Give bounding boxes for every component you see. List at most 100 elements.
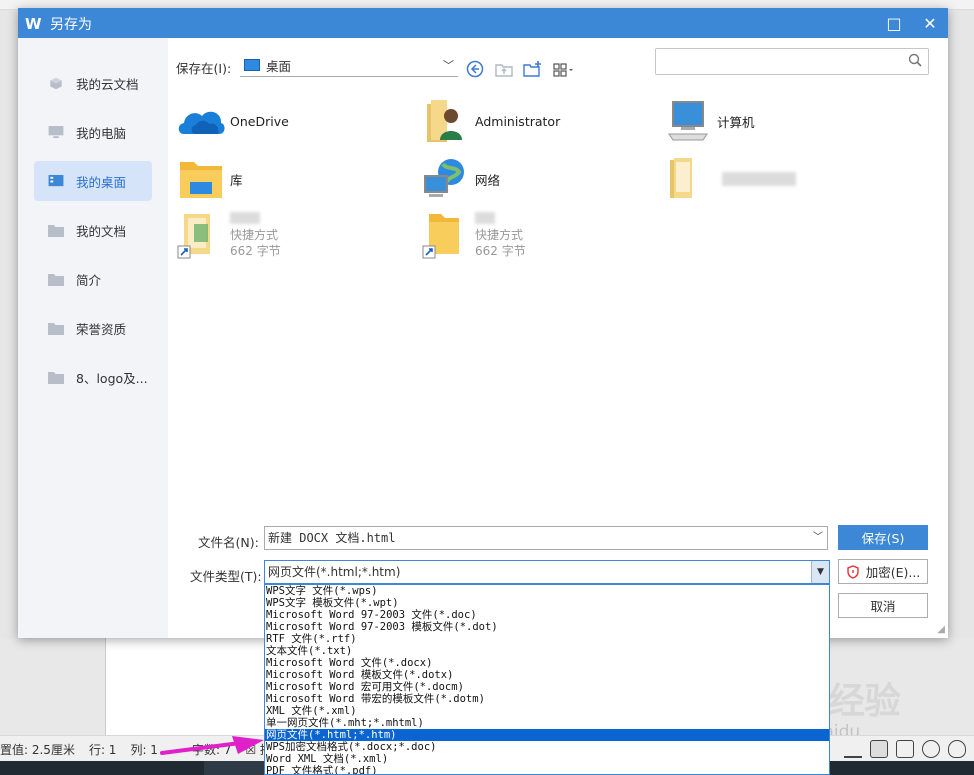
folder-icon	[48, 371, 64, 384]
file-item-shortcut-1[interactable]: 快捷方式 662 字节	[176, 210, 281, 260]
dialog-titlebar[interactable]: W 另存为 □ ✕	[18, 8, 948, 38]
eye-icon[interactable]	[948, 740, 966, 758]
dialog-title: 另存为	[50, 17, 92, 33]
annotation-arrow-icon	[160, 736, 264, 755]
filename-label: 文件名(N):	[198, 535, 259, 550]
sidebar-item-cloud-docs[interactable]: 我的云文档	[34, 63, 152, 103]
status-setting[interactable]: 置值: 2.5厘米	[0, 741, 75, 758]
file-item-administrator[interactable]: Administrator	[421, 98, 560, 144]
search-icon	[908, 53, 922, 67]
sidebar-item-honors[interactable]: 荣誉资质	[34, 308, 152, 348]
blurred-name	[722, 172, 796, 186]
filetype-option[interactable]: 文本文件(*.txt)	[265, 645, 829, 657]
chevron-down-icon[interactable]: ﹀	[813, 527, 823, 549]
file-item-onedrive[interactable]: OneDrive	[176, 98, 289, 144]
filetype-option[interactable]: Microsoft Word 模板文件(*.dotx)	[265, 669, 829, 681]
filetype-option[interactable]: WPS加密文档格式(*.docx;*.doc)	[265, 741, 829, 753]
filetype-option[interactable]: Word XML 文档(*.xml)	[265, 753, 829, 765]
file-details: 快捷方式 662 字节	[230, 211, 281, 259]
back-arrow-icon	[466, 60, 484, 78]
network-icon	[424, 159, 464, 197]
sidebar-item-my-desktop[interactable]: 我的桌面	[34, 161, 152, 201]
folder-icon	[48, 224, 64, 237]
sidebar-item-logo-folder[interactable]: 8、logo及...	[34, 357, 152, 397]
onedrive-cloud-icon	[178, 111, 225, 134]
file-list: OneDrive Administrator 计算机 库 网络 快捷方式 662…	[168, 88, 948, 508]
file-name: Administrator	[475, 113, 561, 129]
sidebar-item-my-computer[interactable]: 我的电脑	[34, 112, 152, 152]
save-button[interactable]: 保存(S)	[838, 525, 928, 550]
file-item-library[interactable]: 库	[176, 156, 243, 202]
up-folder-button[interactable]	[495, 60, 513, 82]
status-row[interactable]: 行: 1	[89, 741, 117, 758]
filetype-option[interactable]: WPS文字 文件(*.wps)	[265, 585, 829, 597]
file-name: 计算机	[717, 114, 755, 130]
chevron-down-icon: ﹀	[443, 59, 454, 72]
filetype-option[interactable]: 单一网页文件(*.mht;*.mhtml)	[265, 717, 829, 729]
filetype-option-selected[interactable]: 网页文件(*.html;*.htm)	[265, 729, 829, 741]
location-label: 保存在(I):	[176, 61, 232, 76]
library-folder-icon	[180, 162, 222, 198]
filetype-option[interactable]: Microsoft Word 97-2003 文件(*.doc)	[265, 609, 829, 621]
sidebar-item-intro[interactable]: 简介	[34, 259, 152, 299]
cube-icon	[50, 77, 62, 89]
file-item-network[interactable]: 网络	[421, 156, 500, 202]
file-name: 网络	[475, 172, 501, 188]
file-type: 快捷方式	[230, 227, 279, 242]
page-view-icon[interactable]	[870, 740, 888, 758]
desktop-icon	[48, 174, 64, 186]
monitor-icon	[48, 125, 64, 138]
user-folder-icon	[427, 100, 462, 142]
filetype-options-list: WPS文字 文件(*.wps) WPS文字 模板文件(*.wpt) Micros…	[264, 584, 830, 775]
encrypt-button[interactable]: 加密(E)...	[838, 559, 928, 584]
background-canvas	[0, 638, 105, 735]
blurred-name	[230, 211, 260, 224]
filetype-option[interactable]: Microsoft Word 文件(*.docx)	[265, 657, 829, 669]
filetype-option[interactable]: Microsoft Word 带宏的模板文件(*.dotm)	[265, 693, 829, 705]
web-view-icon[interactable]	[922, 740, 940, 758]
file-size: 662 字节	[230, 243, 281, 258]
filetype-option[interactable]: PDF 文件格式(*.pdf)	[265, 765, 829, 774]
file-item-computer[interactable]: 计算机	[663, 98, 755, 144]
filetype-dropdown[interactable]: 网页文件(*.html;*.htm) ▼	[264, 560, 830, 584]
status-view-icons	[844, 740, 966, 758]
back-button[interactable]	[466, 60, 484, 82]
file-type: 快捷方式	[475, 227, 524, 242]
file-item-shortcut-2[interactable]: 快捷方式 662 字节	[421, 210, 526, 260]
sidebar-item-label: 8、logo及...	[76, 370, 148, 386]
encrypt-label: 加密(E)...	[865, 565, 921, 580]
filetype-option[interactable]: RTF 文件(*.rtf)	[265, 633, 829, 645]
filename-input[interactable]: 新建 DOCX 文档.html ﹀	[264, 526, 828, 550]
search-input[interactable]	[655, 48, 929, 75]
file-name: 库	[230, 172, 243, 188]
filetype-label: 文件类型(T):	[190, 569, 262, 584]
folder-icon	[48, 322, 64, 335]
shortcut-folder-icon	[177, 214, 210, 259]
location-dropdown[interactable]: 桌面 ﹀	[240, 54, 458, 77]
filetype-option[interactable]: XML 文件(*.xml)	[265, 705, 829, 717]
maximize-button[interactable]: □	[876, 8, 912, 38]
file-item-blurred-folder[interactable]	[666, 156, 800, 202]
new-folder-button[interactable]	[523, 60, 543, 82]
sidebar-item-my-documents[interactable]: 我的文档	[34, 210, 152, 250]
resize-grip-icon[interactable]: ◢	[937, 624, 945, 635]
filetype-option[interactable]: Microsoft Word 97-2003 模板文件(*.dot)	[265, 621, 829, 633]
up-folder-icon	[495, 64, 513, 77]
filetype-option[interactable]: Microsoft Word 宏可用文件(*.docm)	[265, 681, 829, 693]
filename-value: 新建 DOCX 文档.html	[268, 531, 396, 545]
edit-icon[interactable]	[844, 740, 862, 758]
cancel-button[interactable]: 取消	[838, 593, 928, 618]
shortcut-folder-icon	[422, 214, 459, 259]
view-mode-button[interactable]	[553, 62, 575, 81]
status-col[interactable]: 列: 1	[130, 741, 158, 758]
close-button[interactable]: ✕	[912, 8, 948, 38]
sidebar-item-label: 我的桌面	[76, 174, 127, 190]
file-details: 快捷方式 662 字节	[475, 211, 526, 259]
chevron-down-icon[interactable]: ▼	[811, 561, 829, 583]
filetype-option[interactable]: WPS文字 模板文件(*.wpt)	[265, 597, 829, 609]
sidebar-item-label: 荣誉资质	[76, 321, 127, 337]
outline-view-icon[interactable]	[896, 740, 914, 758]
location-value: 桌面	[266, 58, 292, 74]
blurred-name	[475, 211, 495, 224]
folder-icon	[48, 273, 64, 286]
